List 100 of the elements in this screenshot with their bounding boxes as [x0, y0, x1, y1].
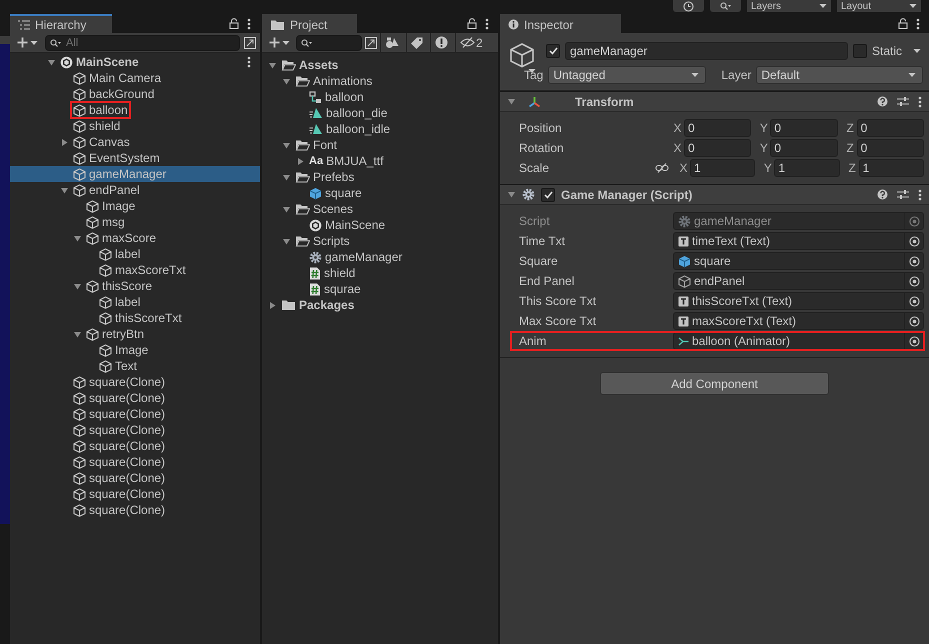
object-reference-field[interactable]: endPanel [673, 272, 924, 290]
object-reference-field[interactable]: thisScoreTxt (Text) [673, 292, 924, 310]
help-icon[interactable] [877, 96, 888, 107]
expanded-arrow-icon[interactable] [73, 282, 82, 290]
project-item[interactable]: gameManager [262, 249, 498, 265]
hierarchy-item[interactable]: square(Clone) [10, 438, 260, 454]
hierarchy-item[interactable]: backGround [10, 86, 260, 102]
hierarchy-item[interactable]: retryBtn [10, 326, 260, 342]
number-field[interactable]: 0 [770, 139, 838, 157]
hierarchy-item[interactable]: thisScore [10, 278, 260, 294]
project-item[interactable]: balloon_idle [262, 121, 498, 137]
number-field[interactable]: 0 [856, 139, 924, 157]
active-checkbox[interactable] [546, 44, 560, 58]
hierarchy-item[interactable]: balloon [10, 102, 260, 118]
project-item[interactable]: Packages [262, 297, 498, 313]
search-field[interactable]: All [45, 34, 240, 50]
project-item[interactable]: Assets [262, 57, 498, 73]
static-checkbox[interactable] [852, 44, 867, 58]
layer-dropdown[interactable]: Default [756, 66, 923, 84]
expanded-arrow-icon[interactable] [268, 60, 277, 70]
object-reference-field[interactable]: timeText (Text) [673, 232, 924, 250]
add-component-button[interactable]: Add Component [600, 372, 829, 395]
more-options-icon[interactable] [247, 18, 251, 30]
search-button[interactable] [710, 0, 741, 12]
help-icon[interactable] [877, 189, 888, 200]
more-options-icon[interactable] [918, 96, 922, 108]
hierarchy-item[interactable]: Main Camera [10, 70, 260, 86]
hierarchy-item[interactable]: Canvas [10, 134, 260, 150]
project-item[interactable]: Prefebs [262, 169, 498, 185]
number-field[interactable]: 1 [690, 159, 756, 177]
hierarchy-item[interactable]: MainScene [10, 54, 260, 70]
expanded-arrow-icon[interactable] [282, 236, 291, 246]
number-field[interactable]: 0 [770, 119, 838, 137]
presets-icon[interactable] [897, 96, 909, 107]
hierarchy-item[interactable]: label [10, 246, 260, 262]
expand-icon[interactable] [244, 36, 256, 48]
expanded-arrow-icon[interactable] [73, 330, 82, 338]
more-options-icon[interactable] [485, 18, 489, 30]
project-item[interactable]: square [262, 185, 498, 201]
project-item[interactable]: Animations [262, 73, 498, 89]
more-options-icon[interactable] [918, 188, 922, 200]
expanded-arrow-icon[interactable] [282, 204, 291, 214]
number-field[interactable]: 1 [774, 159, 840, 177]
tag-dropdown[interactable]: Untagged [548, 66, 706, 84]
project-item[interactable]: shield [262, 265, 498, 281]
lock-icon[interactable] [467, 18, 477, 29]
hierarchy-item[interactable]: endPanel [10, 182, 260, 198]
expanded-arrow-icon[interactable] [60, 186, 69, 194]
history-button[interactable] [673, 0, 704, 12]
hierarchy-item[interactable]: square(Clone) [10, 406, 260, 422]
number-field[interactable]: 0 [856, 119, 924, 137]
component-header[interactable]: Transform [500, 91, 929, 112]
hierarchy-item[interactable]: EventSystem [10, 150, 260, 166]
expanded-arrow-icon[interactable] [73, 234, 82, 242]
expanded-arrow-icon[interactable] [282, 172, 291, 182]
more-options-icon[interactable] [916, 18, 920, 30]
number-field[interactable]: 0 [684, 139, 752, 157]
hierarchy-item[interactable]: label [10, 294, 260, 310]
lock-icon[interactable] [898, 18, 908, 29]
inspector-tab[interactable]: Inspector [500, 14, 622, 33]
hierarchy-item[interactable]: square(Clone) [10, 502, 260, 518]
hierarchy-item[interactable]: maxScoreTxt [10, 262, 260, 278]
lock-icon[interactable] [229, 18, 239, 29]
project-item[interactable]: Aa BMJUA_ttf [262, 153, 498, 169]
hierarchy-item[interactable]: square(Clone) [10, 390, 260, 406]
hierarchy-item[interactable]: square(Clone) [10, 486, 260, 502]
expanded-arrow-icon[interactable] [47, 58, 56, 66]
hidden-packages-button[interactable]: 2 [455, 32, 487, 52]
project-item[interactable]: MainScene [262, 217, 498, 233]
expanded-arrow-icon[interactable] [507, 190, 516, 199]
hierarchy-item[interactable]: Image [10, 198, 260, 214]
project-item[interactable]: Scenes [262, 201, 498, 217]
project-item[interactable]: Scripts [262, 233, 498, 249]
more-options-icon[interactable] [247, 56, 251, 68]
toolbar-dropdown[interactable]: Layers [747, 0, 831, 12]
hierarchy-item[interactable]: thisScoreTxt [10, 310, 260, 326]
expanded-arrow-icon[interactable] [507, 97, 516, 106]
object-name-field[interactable]: gameManager [565, 42, 848, 60]
project-item[interactable]: balloon_die [262, 105, 498, 121]
enabled-checkbox[interactable] [541, 188, 555, 202]
object-reference-field[interactable]: maxScoreTxt (Text) [673, 312, 924, 330]
hierarchy-item[interactable]: square(Clone) [10, 374, 260, 390]
hierarchy-tab[interactable]: Hierarchy [10, 14, 112, 33]
expanded-arrow-icon[interactable] [282, 140, 291, 150]
number-field[interactable]: 1 [858, 159, 924, 177]
hierarchy-item[interactable]: gameManager [10, 166, 260, 182]
hierarchy-item[interactable]: msg [10, 214, 260, 230]
presets-icon[interactable] [897, 189, 909, 200]
link-icon[interactable] [655, 163, 669, 173]
hierarchy-item[interactable]: square(Clone) [10, 470, 260, 486]
collapsed-arrow-icon[interactable] [268, 300, 277, 310]
project-item[interactable]: squrae [262, 281, 498, 297]
collapsed-arrow-icon[interactable] [60, 138, 69, 146]
hierarchy-item[interactable]: square(Clone) [10, 454, 260, 470]
project-tab[interactable]: Project [262, 14, 358, 33]
search-field[interactable] [296, 34, 362, 50]
caret-icon[interactable] [913, 48, 921, 54]
hierarchy-item[interactable]: square(Clone) [10, 422, 260, 438]
object-reference-field[interactable]: balloon (Animator) [673, 332, 924, 350]
hierarchy-item[interactable]: shield [10, 118, 260, 134]
